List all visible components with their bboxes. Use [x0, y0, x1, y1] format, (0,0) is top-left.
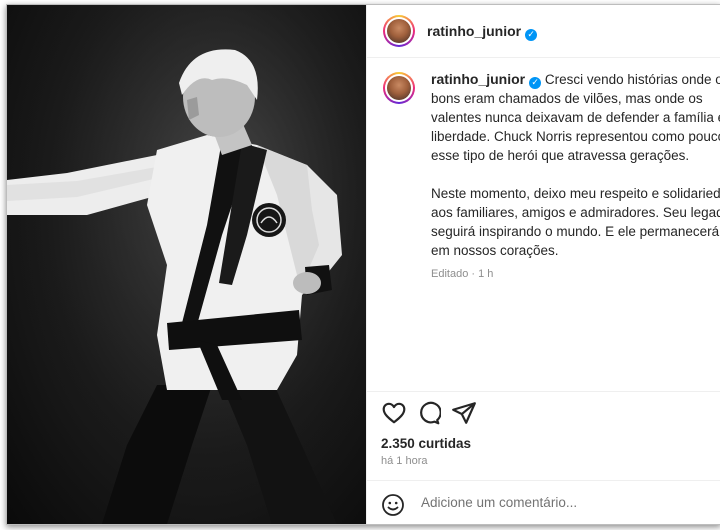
comment-bar: [367, 480, 720, 524]
post-header: ratinho_junior ✓: [367, 5, 720, 58]
header-username[interactable]: ratinho_junior: [427, 23, 521, 39]
post-time[interactable]: há 1 hora: [381, 455, 427, 467]
likes-count[interactable]: 2.350 curtidas: [381, 436, 471, 451]
post-caption: ratinho_junior ✓ Cresci vendo histórias o…: [431, 70, 720, 284]
heart-icon[interactable]: [381, 400, 407, 426]
author-avatar[interactable]: [383, 15, 415, 47]
comment-input[interactable]: [421, 495, 701, 510]
caption-username[interactable]: ratinho_junior: [431, 71, 525, 87]
martial-artist-photo: [7, 5, 366, 524]
verified-badge-icon: ✓: [525, 29, 538, 41]
caption-paragraph-2: Neste momento, deixo meu respeito e soli…: [431, 186, 720, 258]
emoji-smiley-icon[interactable]: [381, 493, 405, 517]
caption-author-avatar[interactable]: [383, 72, 415, 104]
comment-bubble-icon[interactable]: [415, 400, 441, 426]
post-photo[interactable]: [7, 5, 366, 524]
instagram-post-window: ratinho_junior ✓ ratinho_junior ✓ Cresci v…: [6, 4, 720, 525]
comments-area: ratinho_junior ✓ Cresci vendo histórias o…: [367, 58, 720, 392]
post-sidebar: ratinho_junior ✓ ratinho_junior ✓ Cresci v…: [366, 5, 720, 524]
paper-plane-icon[interactable]: [451, 400, 477, 426]
edited-timestamp: Editado · 1 h: [431, 268, 494, 280]
caption-paragraph-1: ratinho_junior ✓ Cresci vendo histórias o…: [431, 70, 720, 165]
caption-verified-badge-icon: ✓: [529, 77, 542, 89]
